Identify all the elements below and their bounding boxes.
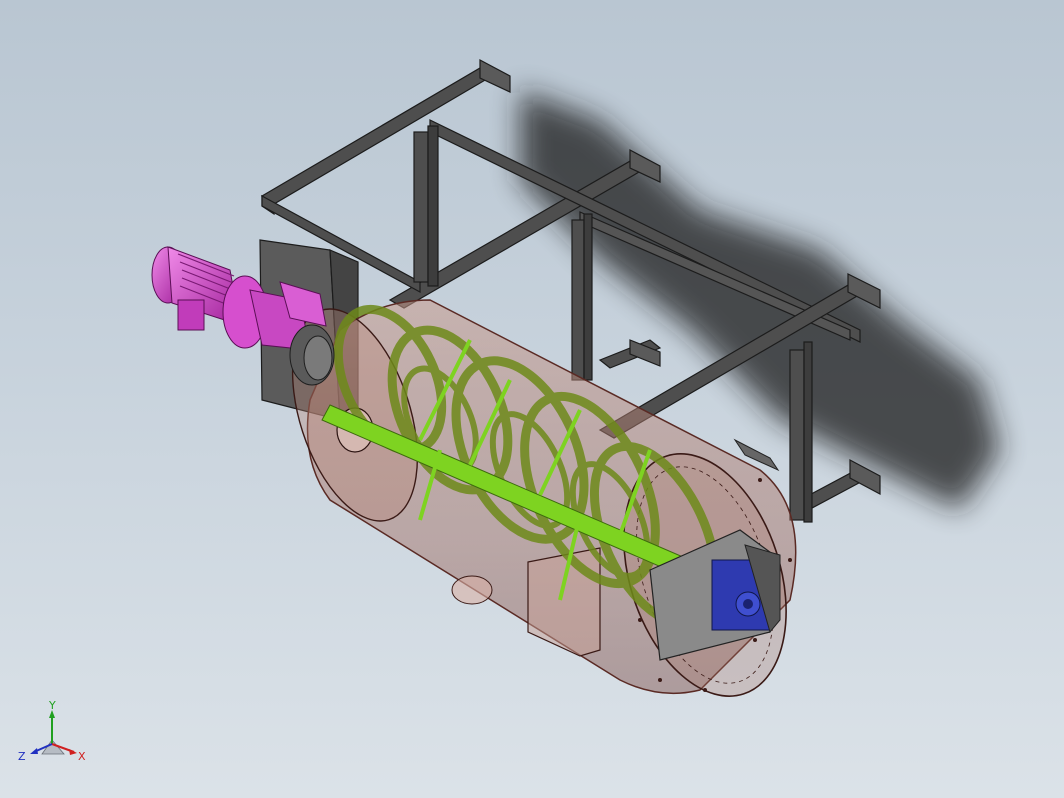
x-axis-label: X bbox=[78, 750, 86, 763]
graphics-viewport[interactable]: Y X Z bbox=[0, 0, 1064, 798]
y-axis-label: Y bbox=[48, 700, 56, 712]
model-view[interactable] bbox=[0, 0, 1064, 798]
orientation-triad: Y X Z bbox=[18, 700, 86, 763]
z-axis-label: Z bbox=[18, 750, 26, 763]
